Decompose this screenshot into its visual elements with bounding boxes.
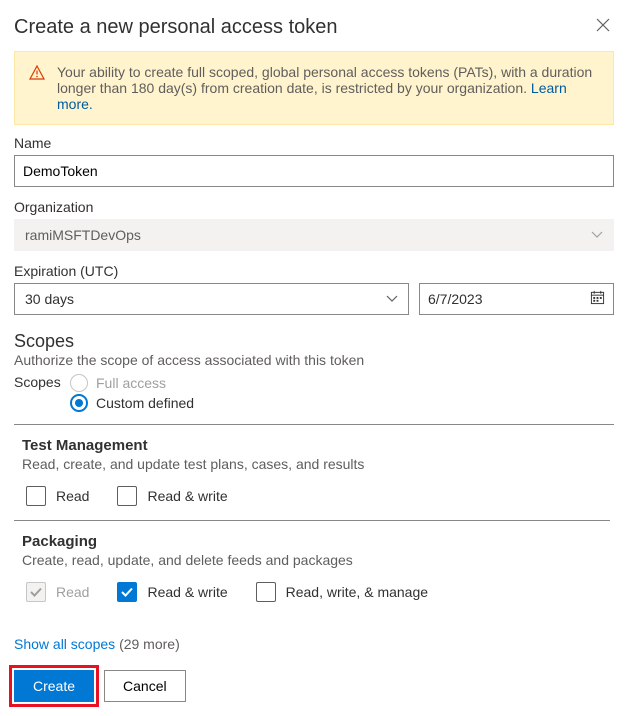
- warning-banner: Your ability to create full scoped, glob…: [14, 51, 614, 125]
- expiration-duration-value: 30 days: [25, 291, 74, 307]
- permission-checkbox[interactable]: Read & write: [117, 582, 227, 602]
- permission-checkbox[interactable]: Read & write: [117, 486, 227, 506]
- checkbox-icon: [117, 486, 137, 506]
- permission-checkbox[interactable]: Read, write, & manage: [256, 582, 428, 602]
- permission-label: Read: [56, 584, 89, 600]
- permission-label: Read: [56, 488, 89, 504]
- org-label: Organization: [14, 199, 614, 215]
- chevron-down-icon: [591, 228, 603, 242]
- permission-label: Read, write, & manage: [286, 584, 428, 600]
- calendar-icon: [590, 290, 605, 308]
- permission-checkbox: Read: [26, 582, 89, 602]
- scopes-radio-label: Scopes: [14, 374, 61, 390]
- org-select[interactable]: ramiMSFTDevOps: [14, 219, 614, 251]
- full-access-label: Full access: [96, 375, 166, 391]
- radio-icon: [70, 394, 88, 412]
- name-label: Name: [14, 135, 614, 151]
- full-access-radio: Full access: [70, 374, 614, 392]
- scope-desc: Create, read, update, and delete feeds a…: [22, 552, 602, 568]
- expiration-label: Expiration (UTC): [14, 263, 614, 279]
- checkbox-icon: [256, 582, 276, 602]
- scope-name: Test Management: [22, 437, 602, 454]
- checkbox-icon: [26, 582, 46, 602]
- close-button[interactable]: [592, 14, 614, 41]
- scopes-title: Scopes: [14, 331, 614, 352]
- expiration-date-value: 6/7/2023: [428, 291, 483, 307]
- show-all-count: (29 more): [119, 636, 180, 652]
- scopes-subtitle: Authorize the scope of access associated…: [14, 352, 614, 368]
- warning-icon: [29, 65, 45, 112]
- name-input[interactable]: [14, 155, 614, 187]
- scope-desc: Read, create, and update test plans, cas…: [22, 456, 602, 472]
- banner-text: Your ability to create full scoped, glob…: [57, 64, 592, 96]
- org-value: ramiMSFTDevOps: [25, 227, 141, 243]
- permission-checkbox[interactable]: Read: [26, 486, 89, 506]
- dialog-title: Create a new personal access token: [14, 16, 338, 39]
- show-all-scopes-link[interactable]: Show all scopes: [14, 636, 115, 652]
- scopes-scroll-area[interactable]: Test Management Read, create, and update …: [14, 424, 614, 622]
- permission-label: Read & write: [147, 488, 227, 504]
- checkbox-icon: [26, 486, 46, 506]
- custom-defined-label: Custom defined: [96, 395, 194, 411]
- scope-name: Packaging: [22, 533, 602, 550]
- chevron-down-icon: [386, 292, 398, 306]
- create-button[interactable]: Create: [14, 670, 94, 702]
- scope-block: Test Management Read, create, and update …: [14, 425, 610, 520]
- custom-defined-radio[interactable]: Custom defined: [70, 394, 614, 412]
- checkbox-icon: [117, 582, 137, 602]
- close-icon: [596, 18, 610, 32]
- radio-icon: [70, 374, 88, 392]
- cancel-button[interactable]: Cancel: [104, 670, 186, 702]
- permission-label: Read & write: [147, 584, 227, 600]
- scope-block: Packaging Create, read, update, and delet…: [14, 520, 610, 616]
- expiration-date-picker[interactable]: 6/7/2023: [419, 283, 614, 315]
- expiration-duration-select[interactable]: 30 days: [14, 283, 409, 315]
